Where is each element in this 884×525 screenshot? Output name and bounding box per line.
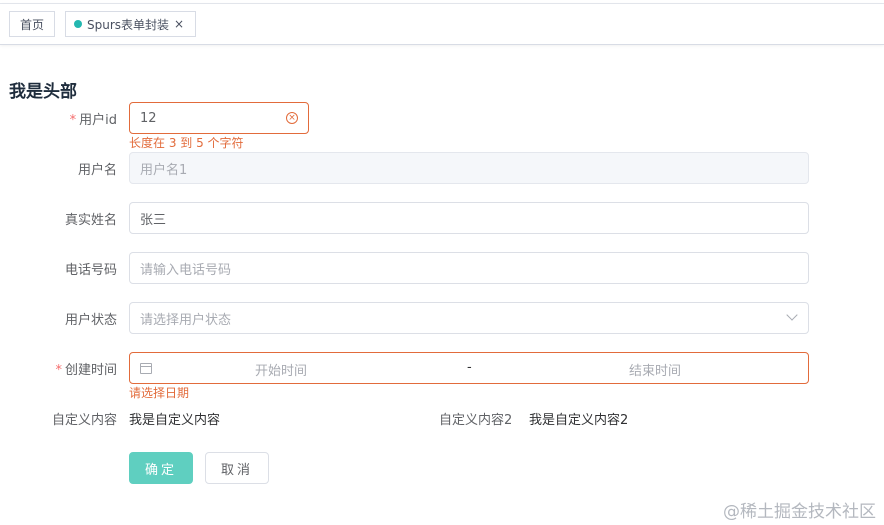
status-label: 用户状态 bbox=[64, 313, 117, 328]
real-name-value: 张三 bbox=[140, 212, 167, 228]
chevron-down-icon[interactable] bbox=[786, 309, 798, 321]
watermark: @稀土掘金技术社区 bbox=[723, 502, 876, 522]
user-id-input[interactable]: 12 × bbox=[129, 102, 309, 134]
username-placeholder: 用户名1 bbox=[140, 162, 188, 178]
cancel-button[interactable]: 取消 bbox=[205, 452, 269, 484]
username-input: 用户名1 bbox=[129, 152, 809, 184]
phone-placeholder: 请输入电话号码 bbox=[140, 262, 232, 278]
clear-icon[interactable]: × bbox=[286, 112, 298, 124]
tab-home[interactable]: 首页 bbox=[9, 11, 55, 37]
status-placeholder: 请选择用户状态 bbox=[140, 312, 232, 328]
required-mark: * bbox=[69, 113, 77, 128]
form-title: 我是头部 bbox=[9, 82, 77, 102]
user-id-label: * 用户id bbox=[69, 113, 117, 128]
custom2-value: 我是自定义内容2 bbox=[529, 413, 629, 428]
custom2-label: 自定义内容2 bbox=[439, 413, 513, 428]
confirm-button[interactable]: 确定 bbox=[129, 452, 193, 484]
calendar-icon bbox=[140, 363, 152, 374]
created-date-range[interactable]: 开始时间 - 结束时间 bbox=[129, 352, 809, 384]
status-select[interactable]: 请选择用户状态 bbox=[129, 302, 809, 334]
tab-spurs-form[interactable]: Spurs表单封装 × bbox=[65, 11, 196, 37]
start-time-placeholder[interactable]: 开始时间 bbox=[255, 360, 307, 379]
close-icon[interactable]: × bbox=[174, 17, 184, 31]
end-time-placeholder[interactable]: 结束时间 bbox=[629, 360, 681, 379]
phone-input[interactable]: 请输入电话号码 bbox=[129, 252, 809, 284]
real-name-label: 真实姓名 bbox=[64, 213, 117, 228]
user-id-value: 12 bbox=[140, 110, 157, 126]
active-dot-icon bbox=[74, 20, 82, 28]
created-error: 请选择日期 bbox=[129, 386, 190, 400]
tab-spurs-form-label: Spurs表单封装 bbox=[87, 17, 170, 32]
created-label: * 创建时间 bbox=[55, 363, 117, 378]
custom1-label: 自定义内容 bbox=[51, 413, 117, 428]
range-separator: - bbox=[467, 360, 472, 375]
phone-label: 电话号码 bbox=[64, 263, 117, 278]
custom1-value: 我是自定义内容 bbox=[129, 413, 221, 428]
tags-view: 首页 Spurs表单封装 × bbox=[0, 4, 884, 45]
username-label: 用户名 bbox=[77, 163, 117, 178]
user-id-error: 长度在 3 到 5 个字符 bbox=[129, 136, 244, 150]
real-name-input[interactable]: 张三 bbox=[129, 202, 809, 234]
tab-home-label: 首页 bbox=[19, 17, 44, 32]
required-mark: * bbox=[55, 363, 62, 378]
